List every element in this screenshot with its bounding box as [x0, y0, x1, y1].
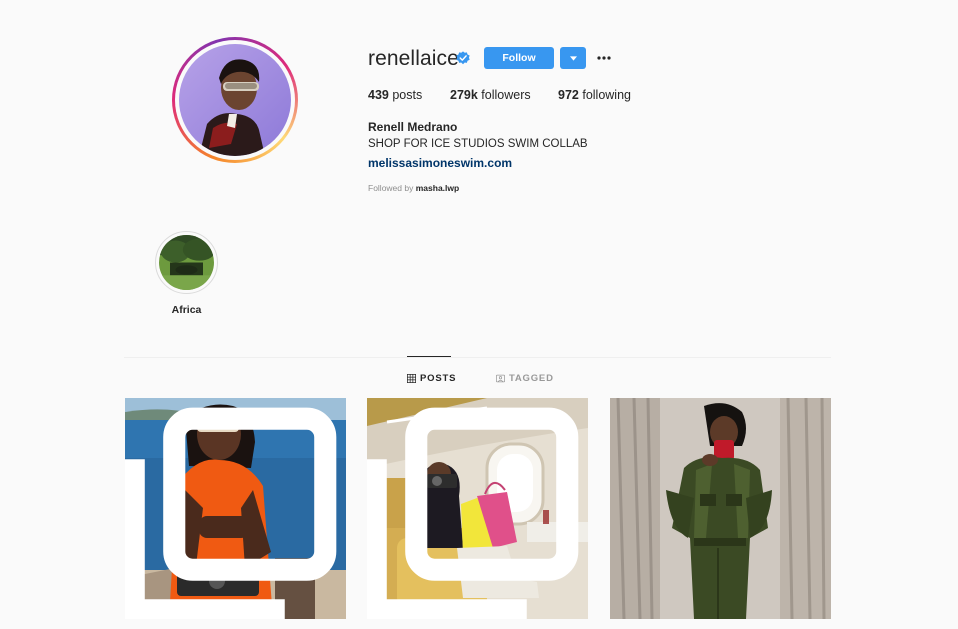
- suggested-accounts-dropdown-button[interactable]: [560, 47, 586, 69]
- following-count: 972: [558, 88, 579, 102]
- tab-posts-label: POSTS: [420, 372, 457, 384]
- tag-icon: [496, 374, 505, 382]
- followers-stat[interactable]: 279k followers: [450, 88, 531, 102]
- profile-username: renellaice: [368, 47, 459, 70]
- active-tab-indicator: [407, 356, 451, 357]
- followers-label: followers: [481, 88, 531, 102]
- post-thumbnail[interactable]: [125, 398, 346, 619]
- verified-badge-icon: [456, 51, 470, 65]
- story-highlight[interactable]: Africa: [155, 231, 218, 316]
- grid-icon: [407, 373, 416, 383]
- posts-stat: 439 posts: [368, 88, 422, 102]
- highlight-label: Africa: [171, 304, 202, 316]
- following-stat[interactable]: 972 following: [558, 88, 631, 102]
- post-thumbnail[interactable]: [610, 398, 831, 619]
- follow-button[interactable]: Follow: [484, 47, 554, 69]
- posts-label: posts: [392, 88, 423, 102]
- followed-by-user[interactable]: masha.lwp: [416, 183, 459, 193]
- highlight-cover-image: [159, 235, 214, 290]
- more-options-icon[interactable]: [596, 50, 612, 66]
- instagram-profile-page: renellaice Follow 439 posts 279k followe…: [0, 0, 958, 629]
- avatar-image: [179, 44, 291, 156]
- profile-website-link[interactable]: melissasimoneswim.com: [368, 156, 512, 170]
- following-label: following: [582, 88, 631, 102]
- carousel-icon: [125, 407, 337, 619]
- followers-count: 279k: [450, 88, 478, 102]
- tab-tagged[interactable]: TAGGED: [496, 372, 554, 384]
- tab-tagged-label: TAGGED: [509, 372, 554, 384]
- profile-bio: SHOP FOR ICE STUDIOS SWIM COLLAB: [368, 138, 588, 150]
- carousel-icon: [367, 407, 579, 619]
- profile-avatar[interactable]: [172, 37, 298, 163]
- followed-by-text: Followed by masha.lwp: [368, 183, 459, 193]
- profile-full-name: Renell Medrano: [368, 120, 458, 134]
- tab-posts[interactable]: POSTS: [407, 372, 456, 384]
- chevron-down-icon: [569, 55, 577, 61]
- post-thumbnail[interactable]: [367, 398, 588, 619]
- post-image: [610, 398, 831, 619]
- tabs-divider: [124, 357, 831, 358]
- followed-by-prefix: Followed by: [368, 183, 414, 193]
- posts-count: 439: [368, 88, 389, 102]
